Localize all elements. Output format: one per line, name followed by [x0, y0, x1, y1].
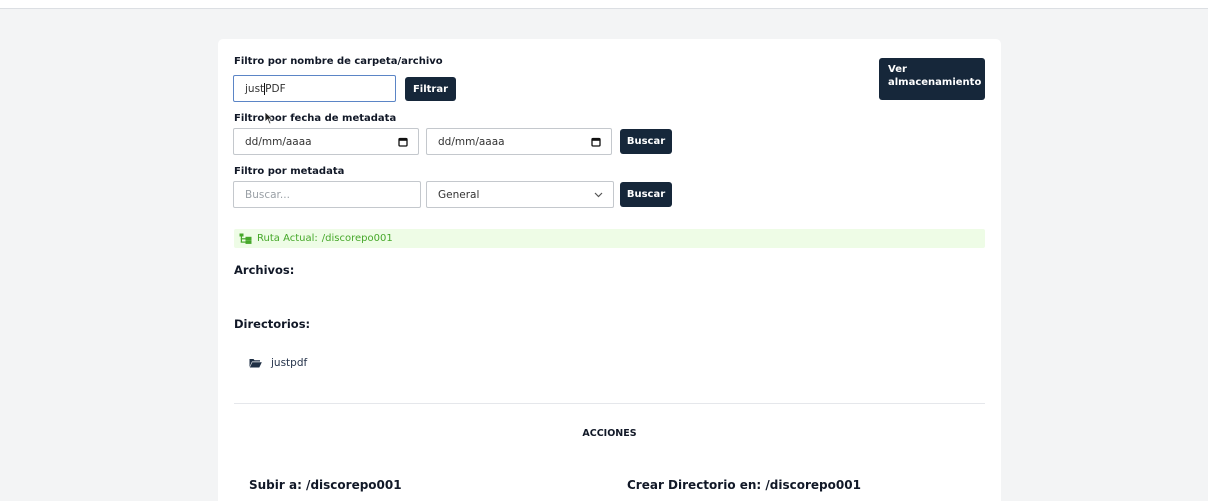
view-storage-button[interactable]: Ver almacenamiento: [879, 58, 985, 100]
metadata-search-placeholder: Buscar...: [245, 188, 290, 201]
directory-item-name: justpdf: [271, 357, 308, 369]
directory-item[interactable]: justpdf: [249, 357, 307, 369]
current-path-label: Ruta Actual:: [257, 233, 318, 244]
chevron-down-icon: [594, 192, 603, 197]
actions-title: ACCIONES: [582, 428, 637, 439]
view-storage-line1: Ver: [888, 64, 907, 75]
metadata-search-button[interactable]: Buscar: [620, 182, 672, 207]
folder-open-icon: [249, 359, 262, 368]
date-to-input[interactable]: dd/mm/aaaa: [426, 128, 612, 155]
divider: [234, 403, 985, 404]
filter-button[interactable]: Filtrar: [405, 77, 456, 101]
create-directory-title: Crear Directorio en: /discorepo001: [627, 478, 861, 492]
view-storage-line2: almacenamiento: [888, 77, 982, 88]
current-path-value: /discorepo001: [321, 233, 393, 244]
mouse-pointer-icon: [264, 111, 274, 125]
name-filter-rest-text: PDF: [265, 82, 286, 95]
upload-title: Subir a: /discorepo001: [249, 478, 402, 492]
top-bar: [0, 0, 1208, 9]
date-from-input[interactable]: dd/mm/aaaa: [233, 128, 419, 155]
calendar-icon[interactable]: [591, 137, 601, 147]
calendar-icon[interactable]: [398, 137, 408, 147]
text-caret: [264, 82, 266, 95]
date-to-placeholder: dd/mm/aaaa: [438, 135, 505, 148]
metadata-search-input[interactable]: Buscar...: [233, 181, 421, 208]
name-filter-label: Filtro por nombre de carpeta/archivo: [234, 56, 443, 67]
date-from-placeholder: dd/mm/aaaa: [245, 135, 312, 148]
file-manager-card: Filtro por nombre de carpeta/archivo jus…: [218, 39, 1001, 501]
folder-tree-icon: [239, 233, 252, 244]
directories-section-title: Directorios:: [234, 317, 311, 331]
date-filter-label: Filtro por fecha de metadata: [234, 113, 397, 124]
metadata-select[interactable]: General: [426, 181, 614, 208]
date-search-button[interactable]: Buscar: [620, 129, 672, 154]
files-section-title: Archivos:: [234, 263, 295, 277]
metadata-select-value: General: [438, 188, 480, 201]
name-filter-typed-text: just: [245, 82, 265, 95]
name-filter-input[interactable]: just PDF: [233, 75, 396, 102]
current-path-bar: Ruta Actual: /discorepo001: [234, 229, 985, 248]
metadata-filter-label: Filtro por metadata: [234, 166, 345, 177]
